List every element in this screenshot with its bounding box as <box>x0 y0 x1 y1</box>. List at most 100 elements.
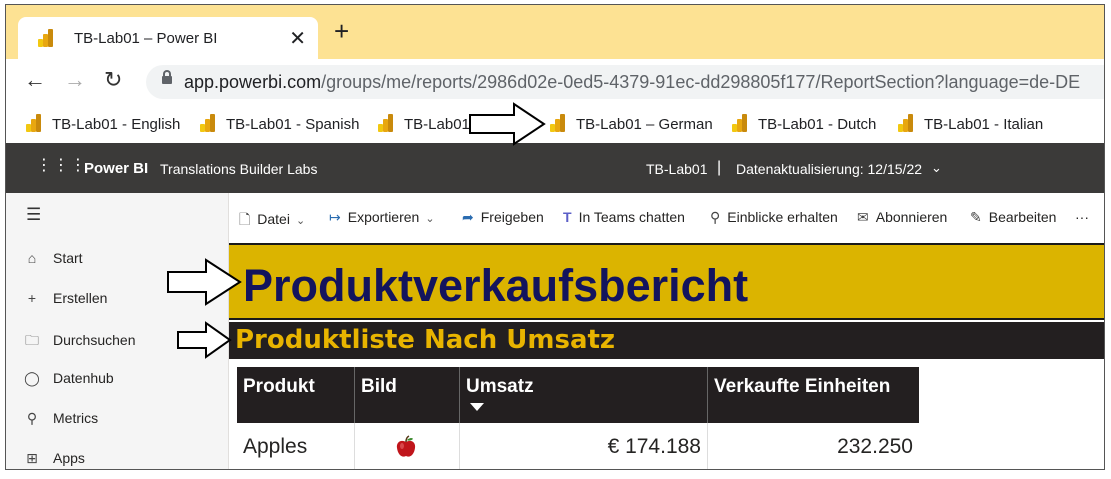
file-label: Datei <box>257 211 290 227</box>
column-label: Umsatz <box>466 376 534 397</box>
column-header-umsatz[interactable]: Umsatz <box>460 367 708 423</box>
teams-chat-button[interactable]: T In Teams chatten <box>563 209 685 225</box>
nav-item-start[interactable]: ⌂ Start <box>24 250 83 266</box>
edit-label: Bearbeiten <box>988 209 1057 225</box>
share-button[interactable]: ➦ Freigeben <box>462 209 544 226</box>
pencil-icon: ✎ <box>970 209 982 225</box>
browser-toolbar: ← → ↻ app.powerbi.com/groups/me/reports/… <box>6 59 1104 103</box>
powerbi-icon <box>378 114 394 132</box>
nav-item-datenhub[interactable]: ◯ Datenhub <box>24 370 114 387</box>
more-options-icon[interactable]: ··· <box>1075 209 1089 225</box>
database-icon: ◯ <box>24 370 40 386</box>
file-menu-button[interactable]: 🗋 Datei ⌄ <box>239 209 305 233</box>
browser-tab[interactable]: TB-Lab01 – Power BI ✕ <box>18 17 318 59</box>
hamburger-menu-icon[interactable]: ☰ <box>26 205 41 225</box>
tab-bar: TB-Lab01 – Power BI ✕ + <box>6 5 1104 59</box>
bookmark-tb-lab01[interactable]: TB-Lab01 <box>378 114 470 133</box>
powerbi-header: ⋮⋮⋮ Power BI Translations Builder Labs T… <box>6 143 1104 193</box>
folder-icon: 🗀 <box>25 332 39 348</box>
column-header-bild[interactable]: Bild <box>355 367 460 423</box>
mail-icon: ✉ <box>857 209 869 225</box>
new-tab-button[interactable]: + <box>334 18 349 44</box>
nav-item-apps[interactable]: ⊞ Apps <box>24 450 85 467</box>
nav-item-erstellen[interactable]: + Erstellen <box>24 290 108 306</box>
share-label: Freigeben <box>480 209 544 225</box>
nav-label: Datenhub <box>53 370 114 386</box>
teams-icon: T <box>563 209 572 225</box>
bookmark-label: TB-Lab01 - Dutch <box>758 116 877 133</box>
report-title-banner: Produktverkaufsbericht <box>229 243 1104 320</box>
export-arrow-icon: ↦ <box>329 209 341 225</box>
annotation-arrow-title <box>167 258 242 306</box>
nav-item-durchsuchen[interactable]: 🗀 Durchsuchen <box>24 330 136 354</box>
get-insights-button[interactable]: ⚲ Einblicke erhalten <box>710 209 838 226</box>
app-launcher-icon[interactable]: ⋮⋮⋮ <box>36 158 87 174</box>
bookmark-label: TB-Lab01 <box>404 116 470 133</box>
home-icon: ⌂ <box>27 250 37 266</box>
url-path: /groups/me/reports/2986d02e-0ed5-4379-91… <box>321 72 1081 92</box>
forward-arrow-icon[interactable]: → <box>64 69 86 91</box>
column-header-verkaufte-einheiten[interactable]: Verkaufte Einheiten <box>708 367 919 423</box>
nav-label: Apps <box>53 450 85 466</box>
plus-icon: + <box>27 290 37 306</box>
annotation-arrow-subtitle <box>177 321 232 359</box>
lightbulb-icon: ⚲ <box>710 209 721 225</box>
nav-label: Durchsuchen <box>53 332 136 348</box>
report-subtitle-banner: Produktliste Nach Umsatz <box>229 322 1104 359</box>
address-bar[interactable]: app.powerbi.com/groups/me/reports/2986d0… <box>146 65 1104 99</box>
cell-units: 232.250 <box>837 435 913 458</box>
bookmark-italian[interactable]: TB-Lab01 - Italian <box>898 114 1043 133</box>
back-arrow-icon[interactable]: ← <box>24 69 46 91</box>
column-header-produkt[interactable]: Produkt <box>237 367 355 423</box>
nav-label: Erstellen <box>53 290 108 306</box>
insights-label: Einblicke erhalten <box>727 209 838 225</box>
cell-revenue: € 174.188 <box>460 423 708 469</box>
sort-descending-icon <box>470 403 484 411</box>
bookmark-german[interactable]: TB-Lab01 – German <box>550 114 713 133</box>
share-icon: ➦ <box>462 209 474 225</box>
chevron-down-icon[interactable]: ⌄ <box>931 160 942 176</box>
lock-icon <box>162 70 172 84</box>
bookmarks-bar: TB-Lab01 - English TB-Lab01 - Spanish TB… <box>6 103 1104 143</box>
url-host: app.powerbi.com <box>184 72 322 92</box>
powerbi-icon <box>898 114 914 132</box>
table-row[interactable]: Apples € 174.188 232.250 <box>237 423 919 469</box>
url-text[interactable]: app.powerbi.com/groups/me/reports/2986d0… <box>184 72 1080 93</box>
report-canvas: Produktverkaufsbericht Produktliste Nach… <box>229 243 1104 469</box>
powerbi-brand[interactable]: Power BI <box>84 160 148 177</box>
powerbi-icon <box>732 114 748 132</box>
nav-label: Metrics <box>53 410 99 426</box>
cell-product: Apples <box>237 423 355 469</box>
data-refresh-label[interactable]: Datenaktualisierung: 12/15/22 <box>736 161 922 177</box>
browser-window: TB-Lab01 – Power BI ✕ + ← → ↻ app.powerb… <box>5 4 1105 470</box>
close-tab-icon[interactable]: ✕ <box>289 26 306 51</box>
cell-image <box>355 423 460 469</box>
report-title: Produktverkaufsbericht <box>243 260 749 311</box>
bookmark-english[interactable]: TB-Lab01 - English <box>26 114 180 133</box>
edit-button[interactable]: ✎ Bearbeiten <box>970 209 1056 226</box>
subscribe-label: Abonnieren <box>875 209 948 225</box>
bookmark-dutch[interactable]: TB-Lab01 - Dutch <box>732 114 876 133</box>
powerbi-favicon-icon <box>38 29 54 47</box>
apple-icon <box>396 435 416 457</box>
nav-item-metrics[interactable]: ⚲ Metrics <box>24 410 98 427</box>
trophy-icon: ⚲ <box>26 410 38 426</box>
nav-label: Start <box>53 250 83 266</box>
bookmark-spanish[interactable]: TB-Lab01 - Spanish <box>200 114 359 133</box>
export-menu-button[interactable]: ↦ Exportieren ⌄ <box>329 209 435 226</box>
reload-icon[interactable]: ↻ <box>104 69 122 91</box>
powerbi-icon <box>200 114 216 132</box>
subscribe-button[interactable]: ✉ Abonnieren <box>857 209 947 226</box>
header-separator: | <box>717 159 722 176</box>
export-label: Exportieren <box>347 209 420 225</box>
bookmark-label: TB-Lab01 - Italian <box>924 116 1044 133</box>
apps-icon: ⊞ <box>26 450 38 466</box>
workspace-name[interactable]: Translations Builder Labs <box>160 161 317 177</box>
bookmark-label: TB-Lab01 - Spanish <box>226 116 360 133</box>
bookmark-label: TB-Lab01 – German <box>576 116 713 133</box>
teams-label: In Teams chatten <box>578 209 685 225</box>
tab-title: TB-Lab01 – Power BI <box>74 30 218 47</box>
bookmark-label: TB-Lab01 - English <box>52 116 181 133</box>
powerbi-icon <box>550 114 566 132</box>
document-icon: 🗋 <box>239 211 251 227</box>
